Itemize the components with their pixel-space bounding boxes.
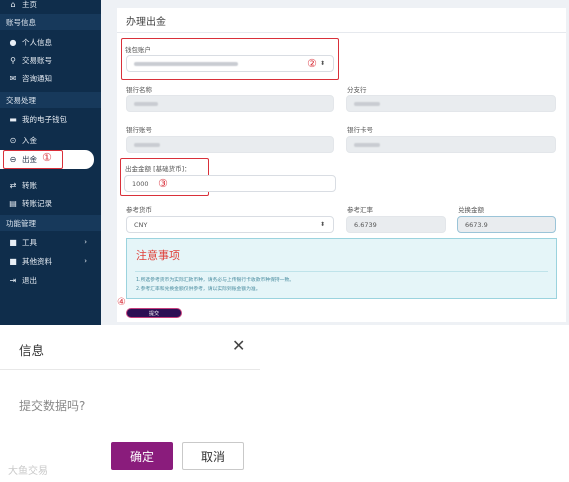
- page-title: 办理出金: [126, 17, 166, 28]
- amount-label: 出金金额 [基础货币]：: [125, 165, 191, 173]
- sidebar-item-wallet[interactable]: ▬ 我的电子钱包: [0, 110, 101, 128]
- sidebar-item-profile[interactable]: ● 个人信息: [0, 33, 101, 51]
- step-marker-3: ③: [158, 177, 168, 190]
- chevron-down-icon: ⬍: [319, 221, 325, 228]
- chevron-right-icon: ›: [84, 257, 87, 265]
- chevron-right-icon: ›: [84, 238, 87, 246]
- branch-label: 分支行: [347, 86, 367, 94]
- bank-name-label: 银行名称: [126, 86, 152, 94]
- notice-line-2: 2.参考汇率和兑换金额仅供参考，请以实际到账金额为准。: [136, 287, 261, 292]
- sidebar: ⌂ 主页 账号信息 ● 个人信息 ⚲ 交易账号 ✉ 咨询通知 交易处理 ▬ 我的…: [0, 0, 101, 325]
- wallet-select[interactable]: ② ⬍: [126, 55, 334, 72]
- notice-box: 注意事项 1.所选参考货币为实际汇款币种，请务必与上传银行卡收款币种保持一致。 …: [126, 238, 557, 299]
- watermark: 大鱼交易: [8, 466, 48, 477]
- sidebar-item-deposit[interactable]: ⊙ 入金: [0, 131, 101, 149]
- notice-divider: [135, 271, 548, 272]
- sidebar-item-transfer-records[interactable]: ▤ 转账记录: [0, 194, 101, 212]
- close-icon[interactable]: ✕: [232, 338, 245, 354]
- tools-icon: ■: [9, 237, 17, 247]
- step-marker-2: ②: [307, 57, 317, 70]
- bank-name-field: [126, 95, 334, 112]
- bank-card-label: 银行卡号: [347, 126, 373, 134]
- sidebar-item-home[interactable]: ⌂ 主页: [0, 0, 101, 13]
- sidebar-item-notices[interactable]: ✉ 咨询通知: [0, 69, 101, 87]
- wallet-icon: ▬: [9, 114, 17, 124]
- branch-field: [346, 95, 556, 112]
- transfer-icon: ⇄: [9, 180, 17, 190]
- sidebar-item-logout[interactable]: ⇥ 退出: [0, 271, 101, 289]
- submit-button[interactable]: 提交: [126, 308, 182, 318]
- rate-label: 参考汇率: [347, 206, 373, 214]
- record-icon: ▤: [9, 198, 17, 208]
- home-icon: ⌂: [10, 0, 16, 9]
- exchange-label: 兑换金额: [458, 206, 484, 214]
- sidebar-item-transfer[interactable]: ⇄ 转账: [0, 176, 101, 194]
- dialog-title: 信息: [19, 343, 45, 358]
- redacted-branch: [354, 101, 380, 106]
- sidebar-section-trade: 交易处理: [0, 92, 101, 108]
- bank-card-field: [346, 136, 556, 153]
- user-icon: ●: [9, 37, 17, 47]
- rate-field: 6.6739: [346, 216, 446, 233]
- redacted-bank-card: [354, 142, 380, 147]
- step-marker-1: ①: [42, 151, 52, 164]
- account-icon: ⚲: [10, 55, 16, 65]
- redacted-wallet-value: [134, 61, 238, 66]
- highlight-box-withdraw: [3, 150, 63, 169]
- withdrawal-screen: ⌂ 主页 账号信息 ● 个人信息 ⚲ 交易账号 ✉ 咨询通知 交易处理 ▬ 我的…: [0, 0, 569, 325]
- wallet-label: 钱包账户: [125, 46, 151, 54]
- currency-label: 参考货币: [126, 206, 152, 214]
- notice-line-1: 1.所选参考货币为实际汇款币种，请务必与上传银行卡收款币种保持一致。: [136, 278, 295, 283]
- currency-select[interactable]: CNY ⬍: [126, 216, 334, 233]
- sidebar-section-functions: 功能管理: [0, 215, 101, 231]
- confirm-dialog: 信息 ✕ 提交数据吗? 确定 取消 大鱼交易: [0, 325, 260, 482]
- dialog-header: 信息 ✕: [0, 325, 260, 370]
- exchange-field: 6673.9: [457, 216, 556, 233]
- chevron-down-icon: ⬍: [319, 60, 325, 67]
- withdraw-form-panel: 办理出金 钱包账户 ② ⬍ 银行名称 分支行 银行账号 银行卡号 出金金额 [基: [117, 8, 566, 322]
- mail-icon: ✉: [9, 73, 17, 83]
- redacted-bank-name: [134, 101, 158, 106]
- dialog-message: 提交数据吗?: [19, 399, 86, 413]
- sidebar-item-trading-account[interactable]: ⚲ 交易账号: [0, 51, 101, 69]
- notice-title: 注意事项: [136, 249, 180, 262]
- step-marker-4: ④: [117, 297, 126, 308]
- bank-account-field: [126, 136, 334, 153]
- sidebar-item-other-info[interactable]: ■ 其他资料 ›: [0, 252, 101, 270]
- bank-account-label: 银行账号: [126, 126, 152, 134]
- sidebar-item-tools[interactable]: ■ 工具 ›: [0, 233, 101, 251]
- cancel-button[interactable]: 取消: [182, 442, 244, 470]
- logout-icon: ⇥: [9, 275, 17, 285]
- title-divider: [117, 32, 566, 33]
- other-icon: ■: [9, 256, 17, 266]
- confirm-button[interactable]: 确定: [111, 442, 173, 470]
- sidebar-section-account: 账号信息: [0, 14, 101, 30]
- amount-input[interactable]: 1000 ③: [124, 175, 336, 192]
- redacted-bank-account: [134, 142, 160, 147]
- deposit-icon: ⊙: [9, 135, 17, 145]
